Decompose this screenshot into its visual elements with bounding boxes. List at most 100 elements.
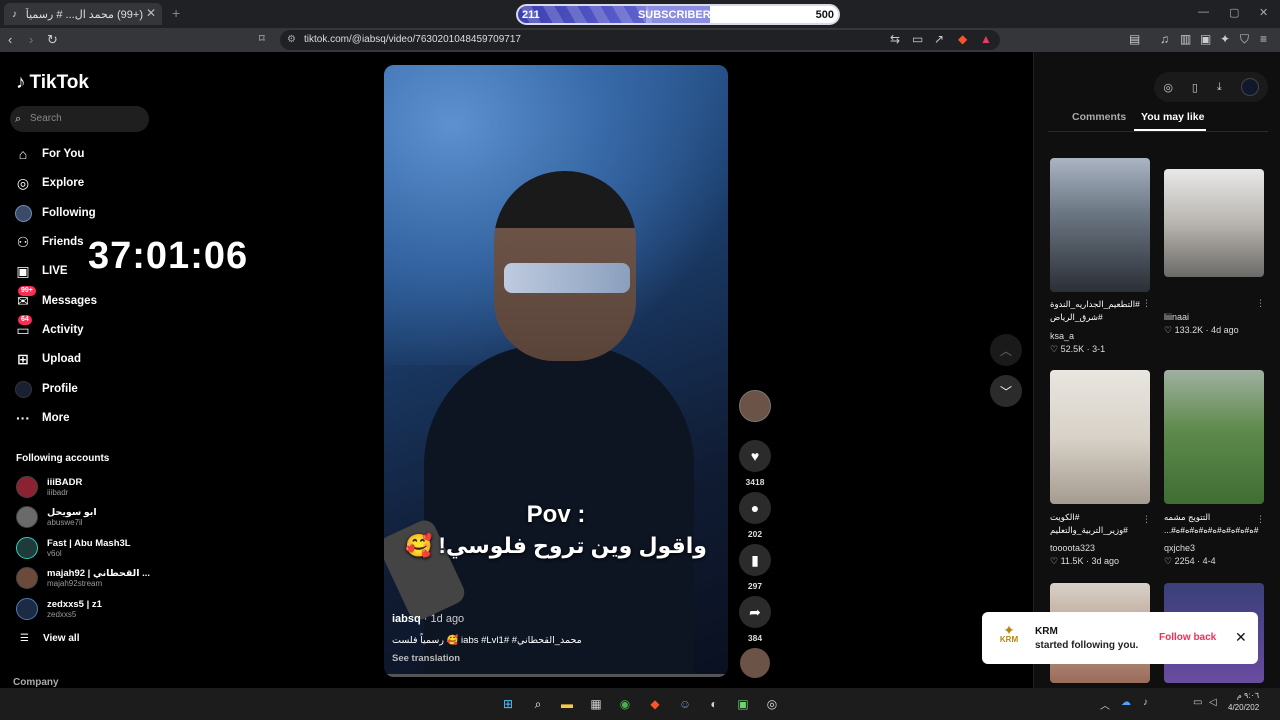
view-all-button[interactable]: ☰ View all [20, 633, 79, 644]
network-icon[interactable]: ▭ [1193, 697, 1202, 708]
compass-icon: ◎ [16, 174, 30, 191]
suggested-video-thumbnail[interactable] [1050, 158, 1150, 292]
file-explorer-icon[interactable]: ▬ [557, 694, 577, 714]
more-icon: ··· [16, 410, 30, 426]
steam-icon[interactable]: ◐ [704, 694, 724, 714]
company-link[interactable]: Company [13, 677, 59, 688]
nav-profile[interactable]: Profile [14, 378, 78, 400]
menu-icon[interactable]: ≡ [1260, 32, 1267, 46]
obs-icon[interactable]: ◎ [762, 694, 782, 714]
minimize-button[interactable]: — [1198, 6, 1209, 18]
comment-button[interactable]: ● 202 [739, 492, 771, 539]
maximize-button[interactable]: ▢ [1229, 6, 1239, 19]
download-icon[interactable]: ⤓ [1217, 81, 1222, 94]
close-icon[interactable]: ✕ [1235, 629, 1247, 646]
forward-icon[interactable]: › [29, 32, 33, 47]
search-input[interactable]: ⌕ Search [10, 106, 149, 132]
tiktok-logo[interactable]: ♪ TikTok [16, 72, 89, 94]
next-video-button[interactable]: ﹀ [990, 375, 1022, 407]
volume-icon[interactable]: ◁ [1209, 697, 1217, 708]
more-options-icon[interactable]: ⋮ [1256, 298, 1265, 309]
close-window-button[interactable]: ✕ [1259, 6, 1268, 19]
video-author[interactable]: iabsq · 1d ago [392, 613, 464, 625]
tiktok-note-icon: ♪ [16, 72, 26, 93]
suggested-video-meta: ♡ 133.2K · 4d ago [1164, 325, 1239, 335]
tab-comments[interactable]: Comments [1072, 111, 1126, 123]
brave-shield-icon[interactable]: ◆ [958, 32, 967, 46]
chrome-icon[interactable]: ◉ [615, 694, 635, 714]
messages-badge: 99+ [18, 286, 36, 296]
suggested-video-author[interactable]: toooota323 [1050, 543, 1095, 553]
upload-icon: ⊞ [17, 350, 29, 367]
video-player[interactable]: Pov : واقول وين تروح فلوسي! 🥰 iabsq · 1d… [384, 65, 728, 677]
new-tab-button[interactable]: + [172, 5, 180, 21]
nav-upload[interactable]: ⊞ Upload [14, 348, 81, 370]
nav-explore[interactable]: ◎ Explore [14, 172, 84, 194]
suggested-video-meta: ♡ 11.5K · 3d ago [1050, 556, 1119, 566]
user-avatar-icon[interactable] [1240, 78, 1259, 96]
close-tab-icon[interactable]: ✕ [146, 6, 156, 20]
translate-icon[interactable]: ⇆ [890, 32, 900, 46]
cast-icon[interactable]: ▭ [912, 32, 923, 46]
browser-tab[interactable]: ♪ (+99) محمد ال... # رسمياً فلست 🥰 ✕ [4, 3, 162, 25]
more-options-icon[interactable]: ⋮ [1142, 514, 1151, 525]
leo-ai-icon[interactable]: ✦ [1220, 32, 1230, 46]
sidebar-toggle-icon[interactable]: ▥ [1180, 32, 1191, 46]
like-button[interactable]: ♥ 3418 [739, 440, 771, 487]
suggested-video-thumbnail[interactable] [1164, 370, 1264, 504]
suggested-video-author[interactable]: qxjche3 [1164, 543, 1195, 553]
onedrive-icon[interactable]: ☁ [1121, 697, 1131, 708]
activity-badge: 64 [18, 315, 32, 325]
site-info-icon[interactable]: ⚙ [287, 30, 296, 50]
chevron-down-icon: ﹀ [999, 384, 1012, 399]
brave-icon[interactable]: ◆ [645, 694, 665, 714]
brave-rewards-icon[interactable]: ▲ [980, 32, 992, 46]
music-icon[interactable]: ♫ [1160, 32, 1169, 46]
nav-for-you[interactable]: ⌂ For You [14, 143, 85, 165]
see-translation-button[interactable]: See translation [392, 653, 460, 664]
share-button[interactable]: ➦ 384 [739, 596, 771, 643]
nav-live[interactable]: ▣ LIVE [14, 260, 67, 282]
vpn-icon[interactable]: ⛉ [1240, 32, 1249, 47]
nav-messages[interactable]: ✉ 99+ Messages [14, 286, 97, 312]
discord-icon[interactable]: ☺ [675, 694, 695, 714]
previous-video-button[interactable]: ︿ [990, 334, 1022, 366]
tray-chevron-icon[interactable]: ︿ [1100, 697, 1110, 712]
nav-following[interactable]: Following [14, 202, 96, 224]
suggested-video-author[interactable]: ksa_a [1050, 331, 1074, 341]
heart-outline-icon: ♡ [1164, 325, 1173, 335]
toast-username[interactable]: KRM [1035, 626, 1058, 637]
more-options-icon[interactable]: ⋮ [1142, 298, 1151, 309]
phone-icon[interactable]: ▯ [1192, 81, 1198, 94]
windows-start-icon[interactable]: ⊞ [498, 694, 518, 714]
store-icon[interactable]: ▦ [586, 694, 606, 714]
save-button[interactable]: ▮ 297 [739, 544, 771, 591]
terminal-icon[interactable]: ▣ [733, 694, 753, 714]
suggested-video-thumbnail[interactable] [1050, 370, 1150, 504]
wallet-icon[interactable]: ▣ [1200, 32, 1211, 46]
back-icon[interactable]: ‹ [8, 32, 12, 47]
nav-activity[interactable]: ▭ 64 Activity [14, 315, 84, 341]
tiktok-favicon-icon: ♪ [12, 8, 17, 20]
toast-message: started following you. [1035, 640, 1139, 651]
subscriber-label: SUBSCRIBERS [637, 9, 719, 21]
tab-you-may-like[interactable]: You may like [1141, 111, 1204, 123]
sound-disc-avatar[interactable] [740, 648, 770, 678]
reader-icon[interactable]: ▤ [1129, 32, 1140, 46]
suggested-video-thumbnail[interactable] [1164, 169, 1264, 277]
subscriber-goal: 500 [815, 9, 834, 21]
video-progress-bar[interactable] [384, 674, 728, 677]
bookmark-icon[interactable]: ⌑ [259, 32, 265, 45]
share-icon[interactable]: ↗ [934, 32, 944, 46]
nav-friends[interactable]: ⚇ Friends [14, 231, 84, 253]
taskbar-clock[interactable]: ٩:٠٦ م 4/20/202 [1228, 690, 1259, 714]
creator-avatar[interactable] [739, 390, 771, 422]
nav-more[interactable]: ··· More [14, 407, 69, 429]
reload-icon[interactable]: ↻ [47, 32, 58, 48]
suggested-video-author[interactable]: liiinaai [1164, 312, 1189, 322]
microphone-icon[interactable]: ♪ [1143, 697, 1148, 708]
more-options-icon[interactable]: ⋮ [1256, 514, 1265, 525]
compass-icon[interactable]: ◎ [1163, 81, 1173, 94]
taskbar-search-icon[interactable]: ⌕ [528, 694, 548, 714]
follow-back-button[interactable]: Follow back [1159, 632, 1216, 643]
